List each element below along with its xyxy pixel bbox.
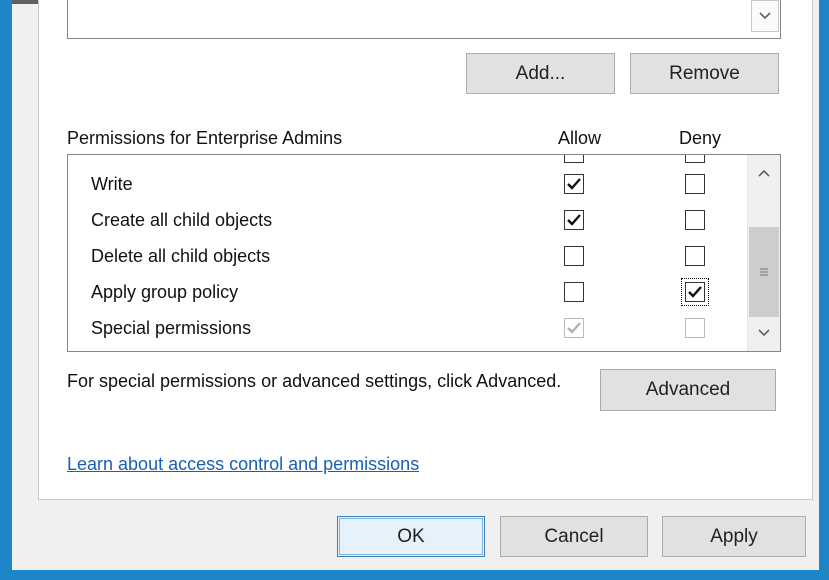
apply-button[interactable]: Apply [662, 516, 806, 557]
checkmark-icon [567, 322, 581, 334]
advanced-button[interactable]: Advanced [600, 369, 776, 411]
permissions-scrollbar[interactable] [747, 155, 780, 351]
scrollbar-thumb[interactable] [749, 227, 779, 317]
permission-row: Write [68, 167, 748, 203]
window-frame-right [819, 0, 829, 580]
allow-checkbox-partial[interactable] [564, 155, 584, 163]
chevron-down-icon [758, 329, 770, 337]
deny-column-header: Deny [679, 128, 722, 148]
allow-checkbox[interactable] [564, 246, 584, 266]
learn-access-control-link[interactable]: Learn about access control and permissio… [67, 454, 419, 475]
deny-checkbox[interactable] [685, 174, 705, 194]
permission-row: Special permissions [68, 311, 748, 347]
chevron-down-icon [759, 12, 771, 20]
checkmark-icon [688, 286, 702, 298]
scroll-down-button[interactable] [749, 317, 779, 349]
allow-checkbox[interactable] [564, 174, 584, 194]
list-scroll-down-button[interactable] [751, 0, 779, 32]
window-frame-bottom [0, 570, 829, 580]
advanced-hint-text: For special permissions or advanced sett… [67, 371, 562, 391]
allow-checkbox[interactable] [564, 282, 584, 302]
permission-name: Write [91, 174, 133, 194]
permission-name: Special permissions [91, 318, 252, 338]
deny-checkbox[interactable] [685, 246, 705, 266]
checkmark-icon [567, 178, 581, 190]
add-button[interactable]: Add... [466, 53, 615, 94]
permission-row: Apply group policy [68, 275, 748, 311]
allow-checkbox[interactable] [564, 210, 584, 230]
deny-checkbox[interactable] [685, 210, 705, 230]
cancel-button[interactable]: Cancel [500, 516, 648, 557]
deny-checkbox [685, 318, 705, 338]
permission-name: Apply group policy [91, 282, 239, 302]
permissions-list[interactable]: Write Create all child objects Delete all … [67, 154, 781, 352]
chevron-up-icon [758, 169, 770, 177]
permission-name: Create all child objects [91, 210, 273, 230]
window-frame-left [0, 0, 12, 580]
permission-row: Delete all child objects [68, 239, 748, 275]
group-user-names-list[interactable] [67, 0, 781, 39]
remove-button[interactable]: Remove [630, 53, 779, 94]
grip-icon [760, 268, 768, 276]
permission-name: Delete all child objects [91, 246, 271, 266]
permissions-header: Permissions for Enterprise Admins [67, 128, 343, 148]
checkmark-icon [567, 214, 581, 226]
allow-checkbox [564, 318, 584, 338]
permission-row: Create all child objects [68, 203, 748, 239]
deny-checkbox-partial[interactable] [685, 155, 705, 163]
allow-column-header: Allow [558, 128, 602, 148]
deny-checkbox[interactable] [681, 278, 709, 306]
ok-button[interactable]: OK [337, 516, 485, 557]
scroll-up-button[interactable] [749, 157, 779, 189]
